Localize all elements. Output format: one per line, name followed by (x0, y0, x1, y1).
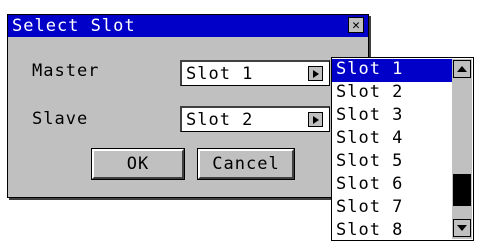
slot-list-item[interactable]: Slot 8 (332, 220, 452, 240)
scroll-down-button[interactable] (453, 219, 471, 237)
slot-list-item[interactable]: Slot 2 (332, 82, 452, 105)
close-button[interactable]: ✕ (348, 17, 364, 33)
slot-list-item[interactable]: Slot 4 (332, 128, 452, 151)
master-select-value: Slot 1 (186, 64, 254, 84)
arrow-down-icon (457, 225, 467, 231)
dialog-title: Select Slot (12, 16, 136, 36)
slot-list-item[interactable]: Slot 6 (332, 174, 452, 197)
dropdown-scrollbar[interactable] (452, 59, 472, 239)
slave-label: Slave (32, 109, 89, 129)
scroll-track[interactable] (453, 79, 471, 217)
slave-select-arrow-icon[interactable] (308, 112, 323, 127)
select-slot-dialog: Select Slot ✕ Master Slot 1 Slave Slot 2… (7, 14, 369, 198)
slot-dropdown-list[interactable]: Slot 1 Slot 2 Slot 3 Slot 4 Slot 5 Slot 6 Slot… (331, 57, 474, 241)
master-select[interactable]: Slot 1 (180, 60, 330, 86)
ok-button[interactable]: OK (91, 148, 185, 180)
scroll-up-button[interactable] (453, 60, 471, 78)
title-bar[interactable]: Select Slot ✕ (8, 15, 368, 37)
master-select-arrow-icon[interactable] (308, 66, 323, 81)
close-icon: ✕ (352, 17, 360, 33)
master-label: Master (32, 61, 100, 81)
slot-list-item[interactable]: Slot 1 (332, 59, 452, 82)
slot-list-item[interactable]: Slot 7 (332, 197, 452, 220)
cancel-button[interactable]: Cancel (197, 148, 295, 180)
slave-select[interactable]: Slot 2 (180, 106, 330, 132)
slot-list-item[interactable]: Slot 3 (332, 105, 452, 128)
arrow-up-icon (457, 66, 467, 72)
slot-list-item[interactable]: Slot 5 (332, 151, 452, 174)
slave-select-value: Slot 2 (186, 110, 254, 130)
scroll-thumb[interactable] (453, 174, 471, 206)
